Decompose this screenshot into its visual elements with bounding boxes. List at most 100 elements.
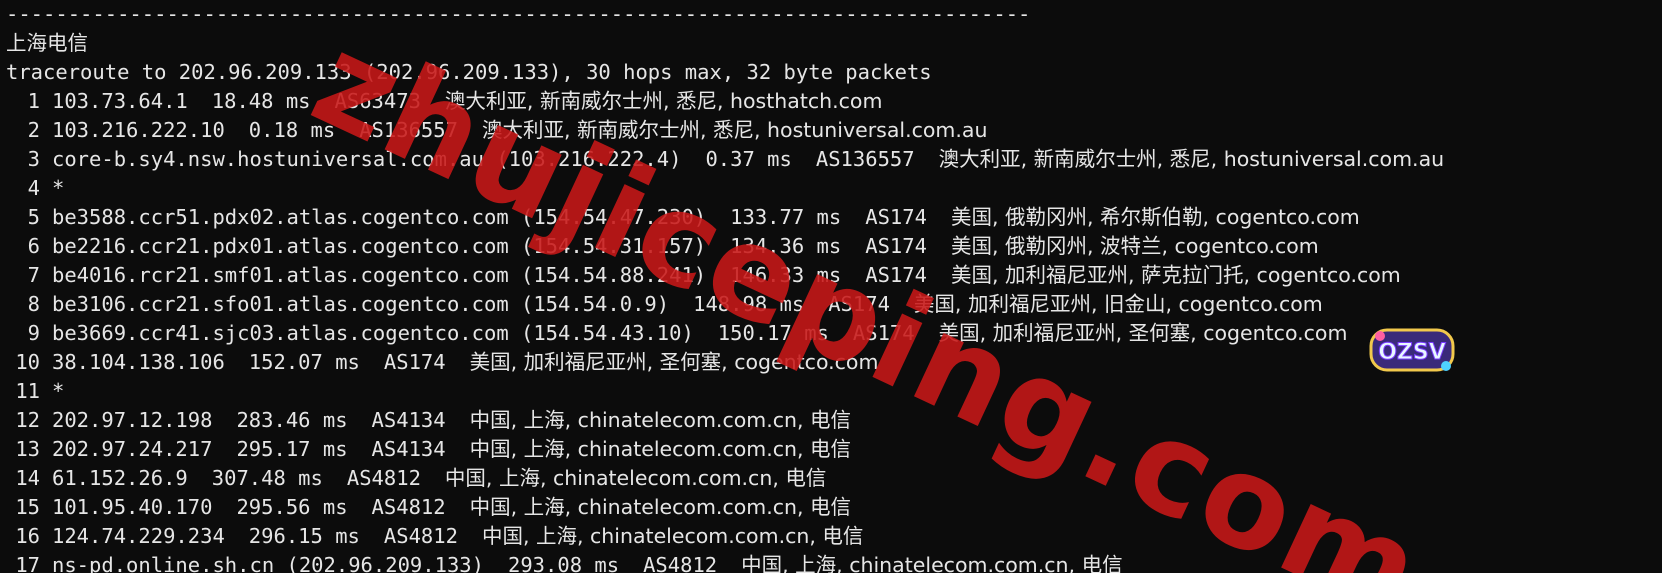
separator-line: ----------------------------------------… — [6, 2, 1031, 26]
hop-asn: AS174 — [865, 263, 927, 287]
hop-asn: AS63473 — [334, 89, 421, 113]
hop-asn: AS4812 — [383, 524, 458, 548]
hop-row: 4 * — [6, 174, 1662, 203]
hop-latency: 307.48 ms — [211, 466, 323, 490]
hop-number: 2 — [27, 118, 40, 142]
section-title: 上海电信 — [6, 31, 88, 55]
hop-row: 13 202.97.24.217 295.17 ms AS4134 中国, 上海, ch… — [6, 435, 1662, 464]
hop-host: 103.216.222.10 — [52, 118, 225, 142]
hop-number: 14 — [15, 466, 40, 490]
hop-number: 1 — [27, 89, 40, 113]
hop-host: 202.97.12.198 — [52, 408, 213, 432]
hop-row: 16 124.74.229.234 296.15 ms AS4812 中国, 上海, c… — [6, 522, 1662, 551]
hop-asn: AS174 — [865, 234, 927, 258]
hop-host: be4016.rcr21.smf01.atlas.cogentco.com (1… — [52, 263, 707, 287]
hop-geolocation: 中国, 上海, chinatelecom.com.cn, 电信 — [469, 437, 852, 461]
hop-asn: AS174 — [383, 350, 446, 374]
hop-host: 61.152.26.9 — [52, 466, 188, 490]
hop-geolocation: 美国, 加利福尼亚州, 圣何塞, cogentco.com — [938, 321, 1348, 345]
hop-geolocation: 美国, 加利福尼亚州, 萨克拉门托, cogentco.com — [950, 263, 1401, 287]
hop-geolocation: 澳大利亚, 新南威尔士州, 悉尼, hostuniversal.com.au — [481, 118, 988, 142]
hop-asn: AS174 — [852, 321, 915, 345]
hop-asn: AS136557 — [359, 118, 458, 142]
hop-row: 8 be3106.ccr21.sfo01.atlas.cogentco.com (… — [6, 290, 1662, 319]
hop-row: 14 61.152.26.9 307.48 ms AS4812 中国, 上海, chin… — [6, 464, 1662, 493]
hop-asn: AS174 — [865, 205, 927, 229]
hop-asn: AS4812 — [346, 466, 421, 490]
hop-latency: 133.77 ms — [730, 205, 842, 229]
hop-row: 15 101.95.40.170 295.56 ms AS4812 中国, 上海, ch… — [6, 493, 1662, 522]
hop-geolocation: 澳大利亚, 新南威尔士州, 悉尼, hostuniversal.com.au — [938, 147, 1445, 171]
hop-geolocation: 美国, 俄勒冈州, 希尔斯伯勒, cogentco.com — [950, 205, 1360, 229]
hop-asn: AS4812 — [643, 553, 718, 573]
hop-number: 17 — [15, 553, 40, 573]
hop-geolocation: 中国, 上海, chinatelecom.com.cn, 电信 — [469, 495, 852, 519]
hop-latency: 148.98 ms — [693, 292, 805, 316]
hop-number: 6 — [27, 234, 40, 258]
traceroute-command-line: traceroute to 202.96.209.133 (202.96.209… — [6, 60, 932, 84]
hop-row: 1 103.73.64.1 18.48 ms AS63473 澳大利亚, 新南威尔士州,… — [6, 87, 1662, 116]
hop-host: core-b.sy4.nsw.hostuniversal.com.au (103… — [52, 147, 682, 171]
hop-geolocation: 美国, 俄勒冈州, 波特兰, cogentco.com — [950, 234, 1319, 258]
hop-host: be3588.ccr51.pdx02.atlas.cogentco.com (1… — [52, 205, 707, 229]
hop-geolocation: 澳大利亚, 新南威尔士州, 悉尼, hosthatch.com — [444, 89, 883, 113]
hop-number: 7 — [27, 263, 40, 287]
hop-number: 4 — [27, 176, 40, 200]
hop-latency: 295.17 ms — [236, 437, 348, 461]
hop-asn: AS174 — [828, 292, 890, 316]
hop-host: 103.73.64.1 — [52, 89, 188, 113]
hop-asn: AS136557 — [815, 147, 915, 171]
hop-latency: 0.18 ms — [248, 118, 336, 142]
hop-number: 15 — [15, 495, 40, 519]
hop-row: 9 be3669.ccr41.sjc03.atlas.cogentco.com (… — [6, 319, 1662, 348]
hop-number: 11 — [15, 379, 40, 403]
hop-host: 38.104.138.106 — [52, 350, 225, 374]
hop-number: 3 — [27, 147, 40, 171]
hop-row: 10 38.104.138.106 152.07 ms AS174 美国, 加利福尼亚州… — [6, 348, 1662, 377]
hop-asn: AS4812 — [371, 495, 446, 519]
hop-latency: 293.08 ms — [507, 553, 620, 573]
hop-latency: 283.46 ms — [236, 408, 348, 432]
hop-number: 16 — [15, 524, 40, 548]
hop-host: be2216.ccr21.pdx01.atlas.cogentco.com (1… — [52, 234, 707, 258]
hop-geolocation: 美国, 加利福尼亚州, 圣何塞, cogentco.com — [469, 350, 879, 374]
hop-host: 124.74.229.234 — [52, 524, 225, 548]
hop-latency: 152.07 ms — [248, 350, 360, 374]
hop-number: 5 — [27, 205, 40, 229]
hop-row: 11 * — [6, 377, 1662, 406]
hop-row: 17 ns-pd.online.sh.cn (202.96.209.133) 293… — [6, 551, 1662, 573]
hop-number: 8 — [27, 292, 40, 316]
hop-geolocation: 中国, 上海, chinatelecom.com.cn, 电信 — [741, 553, 1123, 573]
hop-geolocation: 中国, 上海, chinatelecom.com.cn, 电信 — [469, 408, 852, 432]
hop-geolocation: 美国, 加利福尼亚州, 旧金山, cogentco.com — [913, 292, 1323, 316]
hop-row: 7 be4016.rcr21.smf01.atlas.cogentco.com (… — [6, 261, 1662, 290]
hop-row: 5 be3588.ccr51.pdx02.atlas.cogentco.com (… — [6, 203, 1662, 232]
hop-host: 202.97.24.217 — [52, 437, 213, 461]
hop-host: * — [52, 379, 65, 403]
hop-number: 12 — [15, 408, 40, 432]
hop-geolocation: 中国, 上海, chinatelecom.com.cn, 电信 — [481, 524, 864, 548]
hop-latency: 18.48 ms — [211, 89, 311, 113]
hop-latency: 134.36 ms — [730, 234, 842, 258]
hop-asn: AS4134 — [371, 437, 446, 461]
hop-latency: 296.15 ms — [248, 524, 360, 548]
hop-asn: AS4134 — [371, 408, 446, 432]
hop-latency: 0.37 ms — [705, 147, 792, 171]
hop-latency: 150.17 ms — [717, 321, 829, 345]
hop-row: 6 be2216.ccr21.pdx01.atlas.cogentco.com (… — [6, 232, 1662, 261]
hop-host: be3669.ccr41.sjc03.atlas.cogentco.com (1… — [52, 321, 694, 345]
hop-number: 13 — [15, 437, 40, 461]
terminal-window[interactable]: ----------------------------------------… — [0, 0, 1662, 573]
hop-number: 9 — [27, 321, 40, 345]
hop-latency: 295.56 ms — [236, 495, 348, 519]
hop-row: 2 103.216.222.10 0.18 ms AS136557 澳大利亚, 新南威尔… — [6, 116, 1662, 145]
hop-row: 12 202.97.12.198 283.46 ms AS4134 中国, 上海, ch… — [6, 406, 1662, 435]
hop-list: 1 103.73.64.1 18.48 ms AS63473 澳大利亚, 新南威尔士州,… — [6, 87, 1662, 573]
hop-host: 101.95.40.170 — [52, 495, 213, 519]
hop-latency: 146.33 ms — [730, 263, 842, 287]
hop-number: 10 — [15, 350, 40, 374]
hop-host: ns-pd.online.sh.cn (202.96.209.133) — [52, 553, 484, 573]
hop-geolocation: 中国, 上海, chinatelecom.com.cn, 电信 — [444, 466, 827, 490]
hop-host: be3106.ccr21.sfo01.atlas.cogentco.com (1… — [52, 292, 670, 316]
hop-host: * — [52, 176, 65, 200]
